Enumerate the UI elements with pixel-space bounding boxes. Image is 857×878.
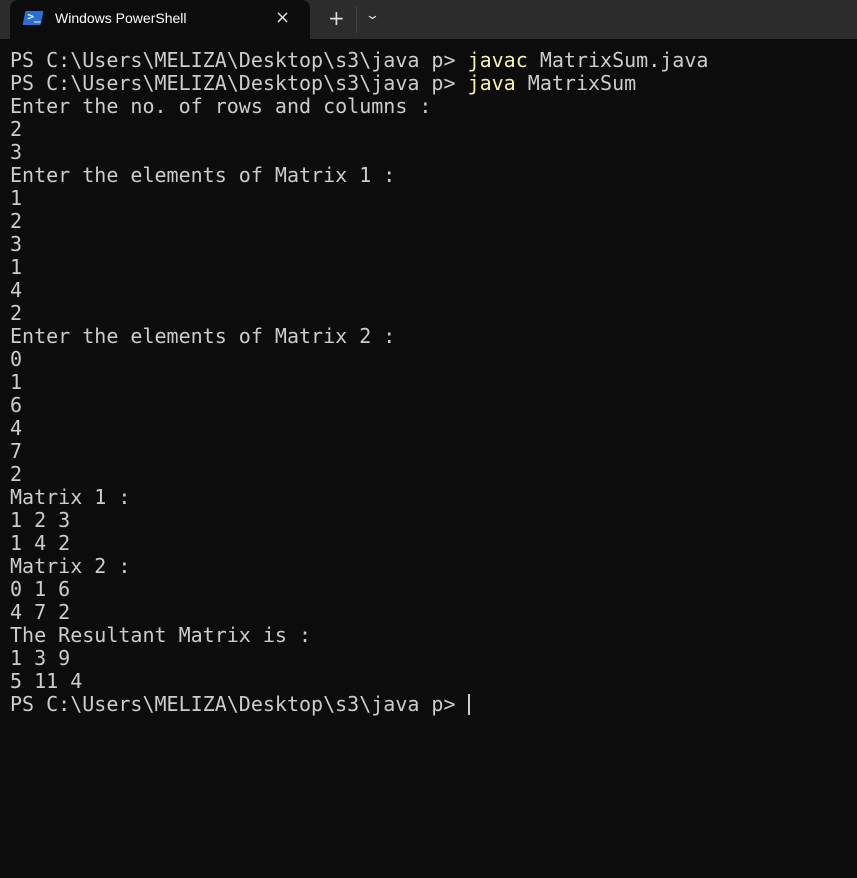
tab-title: Windows PowerShell [55, 10, 187, 26]
close-icon[interactable]: × [275, 7, 290, 28]
output-text: 1 3 9 [10, 646, 71, 670]
output-text: Enter the elements of Matrix 1 : [10, 163, 396, 187]
output-text: 5 11 4 [10, 669, 83, 693]
output-line: 3 [10, 141, 708, 164]
output-line: 1 [10, 371, 708, 394]
chevron-down-icon[interactable]: ⌄ [365, 8, 380, 23]
prompt: PS C:\Users\MELIZA\Desktop\s3\java p> [10, 71, 468, 95]
output-text: 3 [10, 140, 23, 164]
command: java [467, 71, 516, 95]
output-text: 1 [10, 255, 23, 279]
output-text: 7 [10, 439, 23, 463]
output-text: 1 2 3 [10, 508, 71, 532]
output-text: 0 1 6 [10, 577, 71, 601]
divider [356, 6, 357, 33]
output-line: 1 3 9 [10, 647, 708, 670]
output-line: 1 2 3 [10, 509, 708, 532]
output-text: 2 [10, 462, 23, 486]
output-line: 1 [10, 256, 708, 279]
terminal-output[interactable]: PS C:\Users\MELIZA\Desktop\s3\java p> ja… [10, 49, 708, 716]
output-text: 2 [10, 301, 23, 325]
output-text: Matrix 1 : [10, 485, 131, 509]
output-text: 1 [10, 186, 23, 210]
output-line: Enter the elements of Matrix 2 : [10, 325, 708, 348]
output-line: 5 11 4 [10, 670, 708, 693]
output-line: 6 [10, 394, 708, 417]
prompt-line: PS C:\Users\MELIZA\Desktop\s3\java p> ja… [10, 72, 708, 95]
output-line: 3 [10, 233, 708, 256]
output-text: Enter the no. of rows and columns : [10, 94, 432, 118]
prompt-line: PS C:\Users\MELIZA\Desktop\s3\java p> ja… [10, 49, 708, 72]
output-text: The Resultant Matrix is : [10, 623, 312, 647]
output-text: 0 [10, 347, 23, 371]
text-cursor [467, 694, 470, 715]
output-text: 1 4 2 [10, 531, 71, 555]
output-text: Matrix 2 : [10, 554, 131, 578]
tab-bar: >_ Windows PowerShell × + ⌄ [0, 0, 857, 39]
output-text: 4 [10, 416, 23, 440]
output-line: 0 1 6 [10, 578, 708, 601]
prompt: PS C:\Users\MELIZA\Desktop\s3\java p> [10, 48, 468, 72]
output-line: 4 [10, 417, 708, 440]
powershell-icon: >_ [22, 10, 44, 25]
command-args: MatrixSum.java [527, 48, 709, 72]
output-text: 2 [10, 117, 23, 141]
output-line: 4 [10, 279, 708, 302]
prompt-line: PS C:\Users\MELIZA\Desktop\s3\java p> [10, 693, 708, 716]
output-line: Matrix 1 : [10, 486, 708, 509]
output-line: 2 [10, 118, 708, 141]
output-text: 1 [10, 370, 23, 394]
output-line: 2 [10, 463, 708, 486]
output-text: 4 [10, 278, 23, 302]
output-line: 7 [10, 440, 708, 463]
output-line: 2 [10, 302, 708, 325]
output-line: 1 [10, 187, 708, 210]
output-line: Enter the elements of Matrix 1 : [10, 164, 708, 187]
output-line: 2 [10, 210, 708, 233]
output-text: Enter the elements of Matrix 2 : [10, 324, 396, 348]
output-line: 1 4 2 [10, 532, 708, 555]
output-text: 6 [10, 393, 23, 417]
output-line: 0 [10, 348, 708, 371]
output-text: 2 [10, 209, 23, 233]
output-line: Enter the no. of rows and columns : [10, 95, 708, 118]
output-text: 4 7 2 [10, 600, 71, 624]
output-line: The Resultant Matrix is : [10, 624, 708, 647]
output-line: 4 7 2 [10, 601, 708, 624]
output-line: Matrix 2 : [10, 555, 708, 578]
output-text: 3 [10, 232, 23, 256]
prompt: PS C:\Users\MELIZA\Desktop\s3\java p> [10, 692, 468, 716]
tab-windows-powershell[interactable]: >_ Windows PowerShell × [10, 0, 310, 39]
command: javac [467, 48, 528, 72]
command-args: MatrixSum [515, 71, 637, 95]
new-tab-button[interactable]: + [328, 6, 345, 30]
